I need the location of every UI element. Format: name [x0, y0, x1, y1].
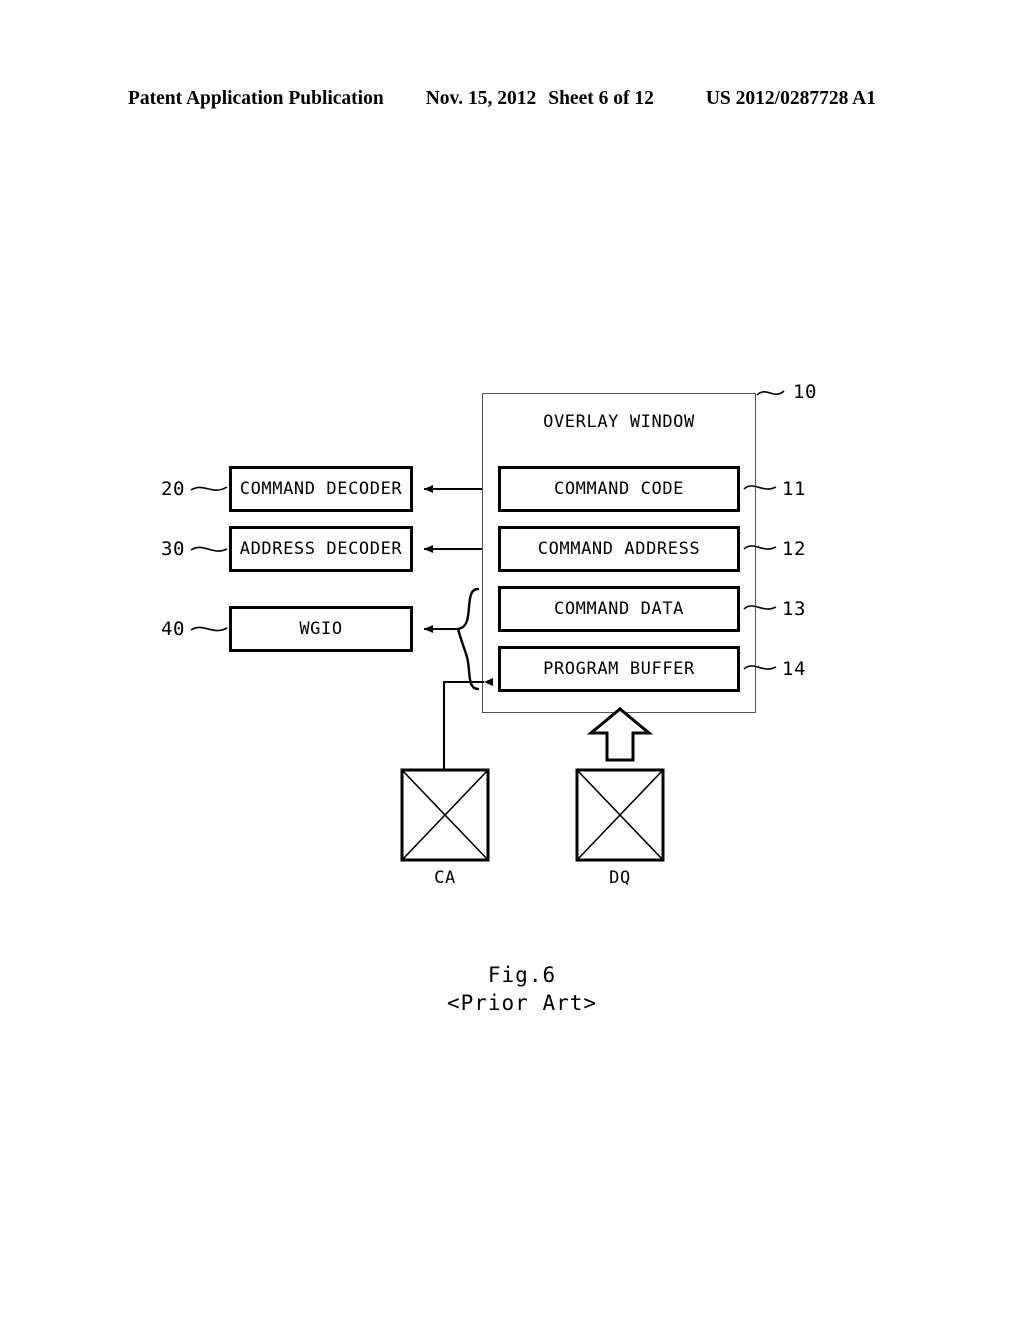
header-publication: Patent Application Publication — [128, 88, 384, 109]
block-arrow-up-icon — [586, 707, 654, 762]
ref-number-command-address: 12 — [782, 538, 806, 560]
brace-data-buffer-group — [456, 587, 480, 691]
leader-lines-left — [190, 486, 228, 632]
block-label: ADDRESS DECODER — [239, 539, 403, 559]
block-label: COMMAND DECODER — [239, 479, 403, 499]
block-wgio[interactable]: WGIO — [229, 606, 413, 652]
block-command-decoder[interactable]: COMMAND DECODER — [229, 466, 413, 512]
figure-caption-line1: Fig.6 — [487, 963, 557, 987]
overlay-item-label: COMMAND ADDRESS — [537, 539, 701, 559]
overlay-item-command-address[interactable]: COMMAND ADDRESS — [498, 526, 740, 572]
header-patent-number: US 2012/0287728 A1 — [705, 88, 876, 109]
ref-number-command-code: 11 — [782, 478, 806, 500]
ref-number-program-buffer: 14 — [782, 658, 806, 680]
header-sheet: Sheet 6 of 12 — [548, 88, 654, 109]
overlay-window-title: OVERLAY WINDOW — [543, 412, 695, 432]
block-address-decoder[interactable]: ADDRESS DECODER — [229, 526, 413, 572]
overlay-item-program-buffer[interactable]: PROGRAM BUFFER — [498, 646, 740, 692]
overlay-item-label: COMMAND CODE — [553, 479, 685, 499]
page-header: Patent Application Publication Nov. 15, … — [128, 88, 896, 114]
ref-number-command-data: 13 — [782, 598, 806, 620]
overlay-item-command-code[interactable]: COMMAND CODE — [498, 466, 740, 512]
overlay-item-label: COMMAND DATA — [553, 599, 685, 619]
pad-dq[interactable] — [575, 768, 665, 862]
ref-number-command-decoder: 20 — [161, 478, 185, 500]
ref-number-wgio: 40 — [161, 618, 185, 640]
figure-caption: Fig.6 <Prior Art> — [332, 962, 712, 1017]
header-date: Nov. 15, 2012 — [425, 88, 537, 109]
pad-ca[interactable] — [400, 768, 490, 862]
ref-number-address-decoder: 30 — [161, 538, 185, 560]
pad-label-dq: DQ — [609, 868, 631, 888]
figure-caption-line2: <Prior Art> — [446, 990, 598, 1015]
overlay-item-label: PROGRAM BUFFER — [543, 659, 695, 679]
overlay-item-command-data[interactable]: COMMAND DATA — [498, 586, 740, 632]
ref-number-overlay-window: 10 — [793, 381, 817, 403]
patent-figure-page: Patent Application Publication Nov. 15, … — [0, 0, 1024, 1320]
pad-label-ca: CA — [434, 868, 456, 888]
connector-ca-to-program-buffer — [443, 678, 493, 770]
block-label: WGIO — [299, 619, 343, 639]
